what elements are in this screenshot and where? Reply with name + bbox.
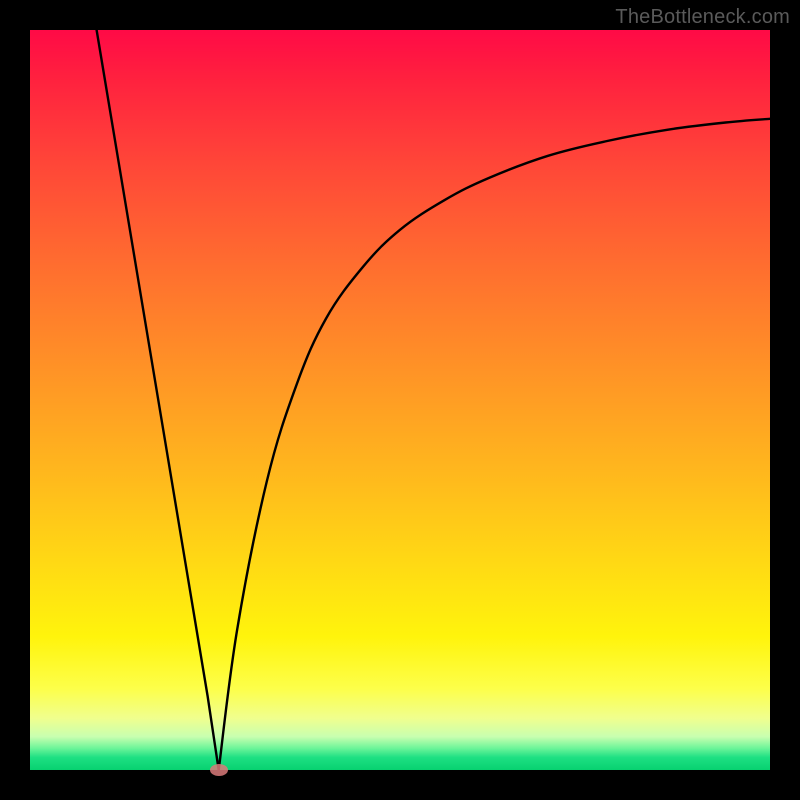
curve-left-branch xyxy=(97,30,219,770)
chart-frame: TheBottleneck.com xyxy=(0,0,800,800)
curve-right-branch xyxy=(219,119,770,770)
plot-area xyxy=(30,30,770,770)
optimal-point-marker xyxy=(210,764,228,776)
bottleneck-curve xyxy=(30,30,770,770)
watermark-text: TheBottleneck.com xyxy=(615,6,790,29)
